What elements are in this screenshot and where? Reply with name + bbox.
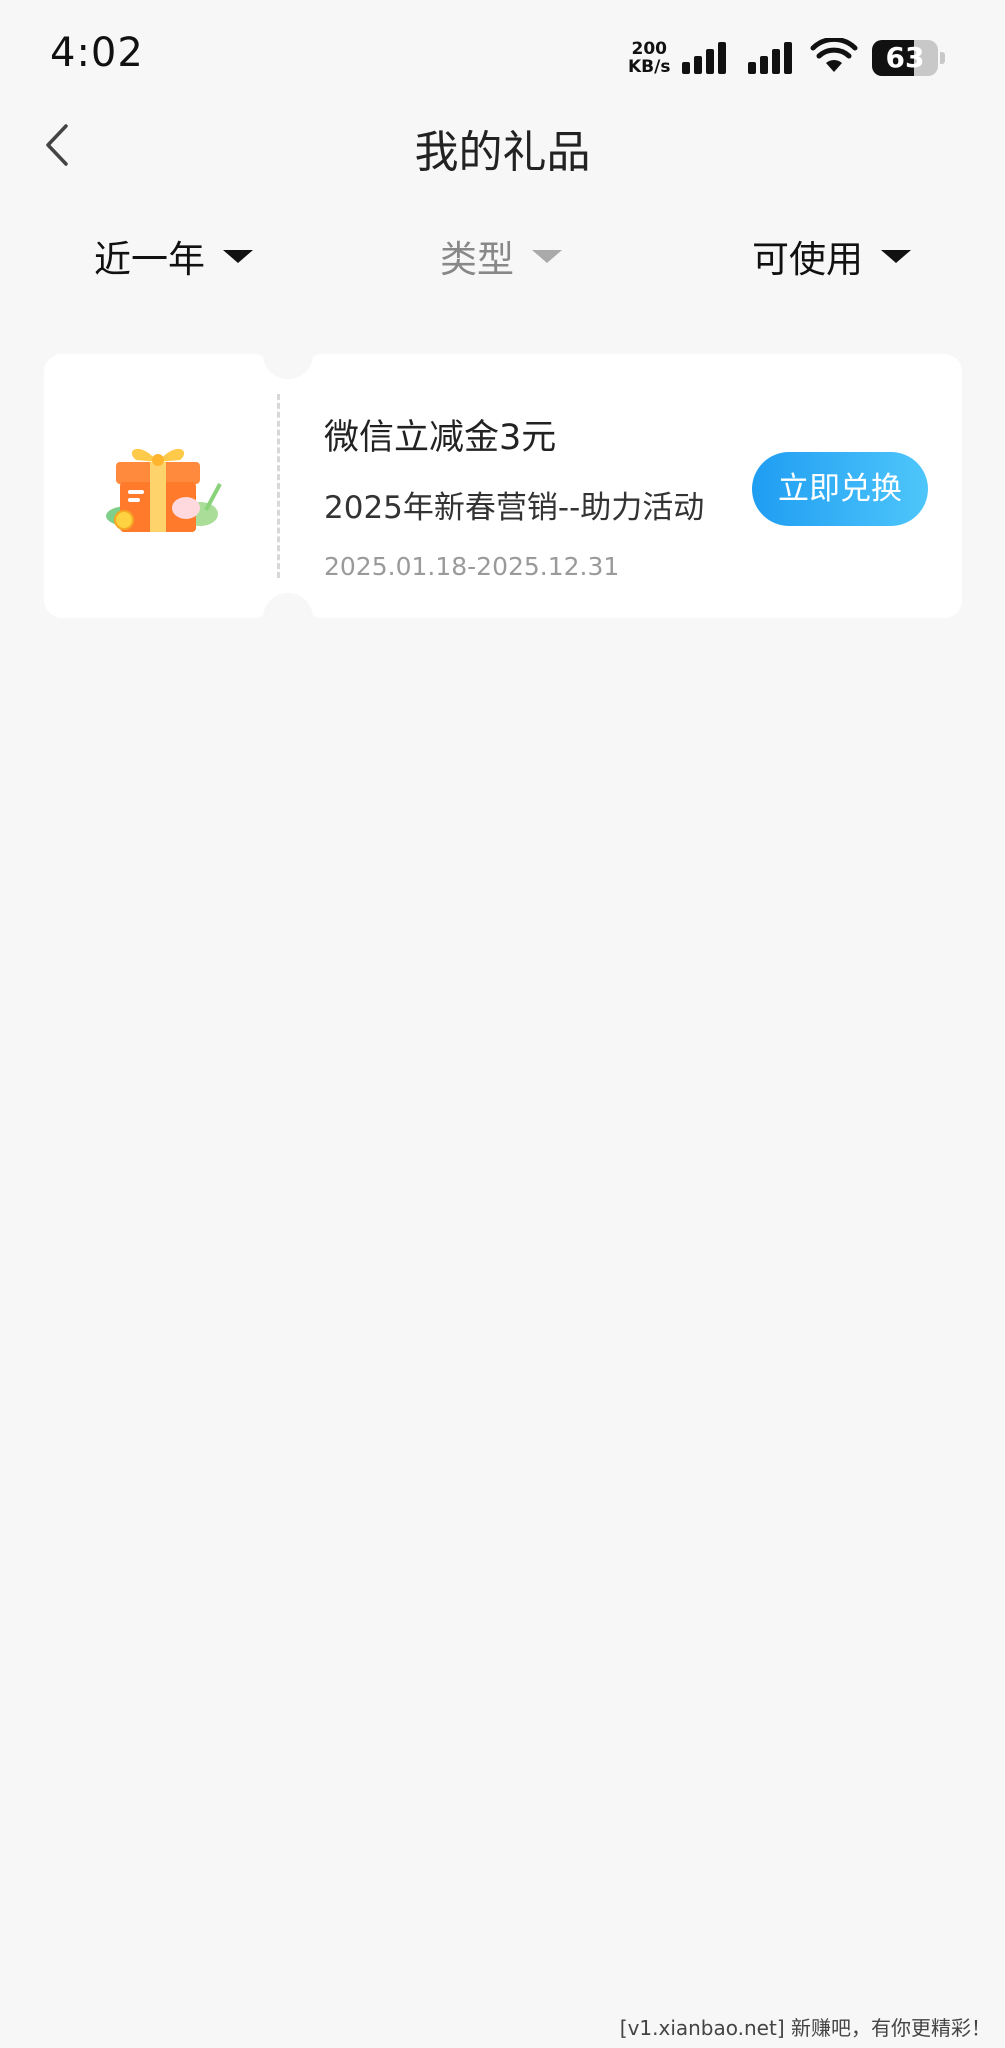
redeem-now-button[interactable]: 立即兑换 [752, 452, 928, 526]
validity-period: 2025.01.18-2025.12.31 [324, 552, 620, 581]
page-title: 我的礼品 [414, 127, 591, 178]
network-speed: 200 KB/s [628, 40, 670, 76]
gift-box-icon [106, 448, 222, 532]
period-filter-label: 近一年 [94, 238, 205, 281]
battery-tip [940, 52, 945, 64]
coupon-name: 微信立减金3元 [324, 418, 557, 458]
type-filter-label: 类型 [440, 238, 514, 281]
watermark: [v1.xianbao.net] 新赚吧，有你更精彩！ [619, 2016, 991, 2040]
battery-level: 63 [885, 41, 925, 74]
type-filter-dropdown[interactable]: 类型 [440, 228, 562, 284]
caret-down-icon [881, 249, 911, 263]
campaign-name: 2025年新春营销--助力活动 [324, 490, 705, 526]
caret-down-icon [532, 249, 562, 263]
card-notch [263, 329, 313, 379]
network-speed-unit: KB/s [628, 57, 671, 77]
card-notch [263, 593, 313, 643]
gifts-page: 4:02 200 KB/s 63 我的礼品 近一年 类型 可使用 微信立减金3元… [0, 0, 1005, 2048]
cell-signal-icon [748, 42, 792, 74]
clock: 4:02 [50, 30, 144, 76]
cell-signal-icon [682, 42, 726, 74]
status-filter-dropdown[interactable]: 可使用 [752, 228, 911, 284]
network-speed-value: 200 [631, 39, 667, 59]
wifi-icon [810, 38, 858, 72]
period-filter-dropdown[interactable]: 近一年 [94, 228, 253, 284]
status-bar: 4:02 200 KB/s 63 [0, 0, 1005, 110]
caret-down-icon [223, 249, 253, 263]
status-filter-label: 可使用 [752, 238, 863, 281]
gift-card[interactable]: 微信立减金3元 2025年新春营销--助力活动 2025.01.18-2025.… [44, 329, 962, 643]
battery-icon: 63 [872, 40, 938, 76]
perforation-line [277, 394, 280, 578]
